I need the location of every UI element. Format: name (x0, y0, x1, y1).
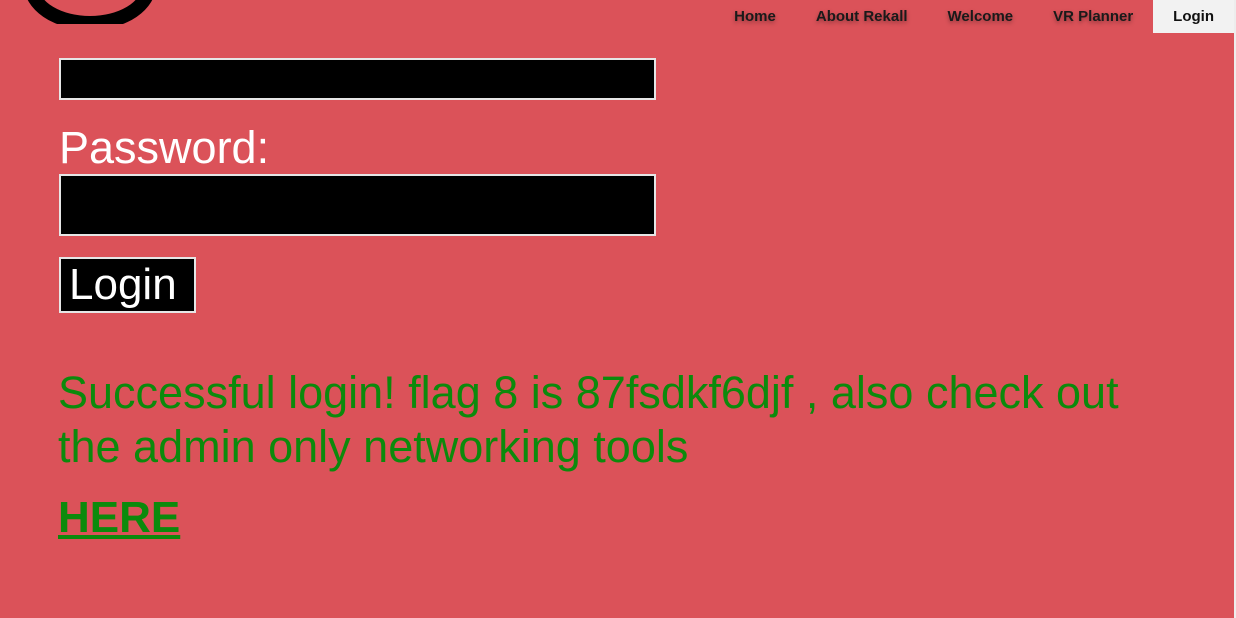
login-form: Password: Login (59, 58, 659, 313)
rekall-logo (18, 0, 158, 24)
success-message: Successful login! flag 8 is 87fsdkf6djf … (58, 367, 1119, 472)
nav-item-welcome[interactable]: Welcome (928, 0, 1034, 33)
nav-item-home[interactable]: Home (714, 0, 796, 33)
admin-tools-link[interactable]: HERE (58, 491, 180, 545)
username-field[interactable] (59, 58, 656, 100)
nav-item-vr-planner[interactable]: VR Planner (1033, 0, 1153, 33)
nav-item-about-rekall[interactable]: About Rekall (796, 0, 928, 33)
logo-ring-shape (24, 0, 156, 24)
nav-item-login[interactable]: Login (1153, 0, 1234, 33)
password-field[interactable] (59, 174, 656, 236)
password-label: Password: (59, 122, 270, 173)
top-navigation: Home About Rekall Welcome VR Planner Log… (714, 0, 1234, 33)
login-button[interactable]: Login (59, 257, 196, 313)
